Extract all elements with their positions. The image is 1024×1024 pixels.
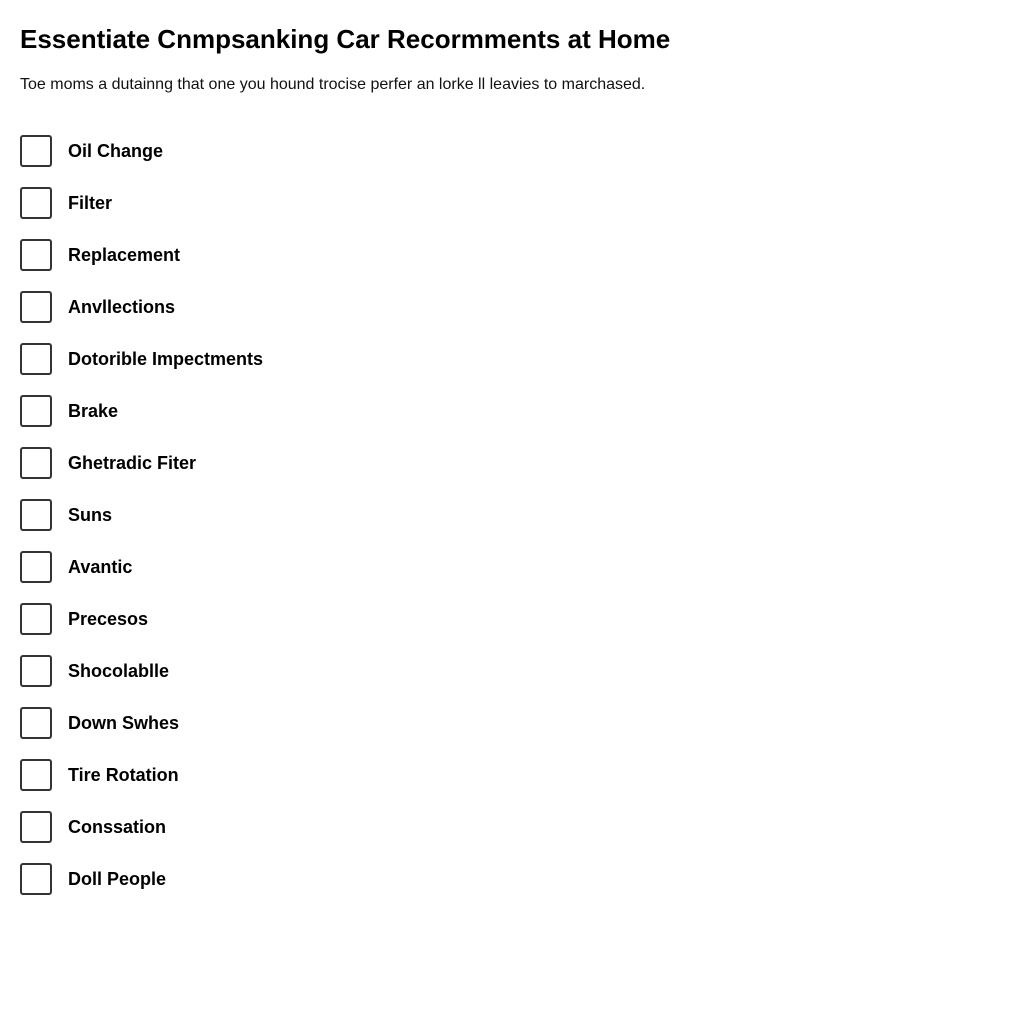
checkbox-tire-rotation[interactable]	[20, 759, 52, 791]
list-item: Down Swhes	[20, 697, 1004, 749]
list-item: Suns	[20, 489, 1004, 541]
checklist: Oil Change Filter Replacement Anvllections D…	[20, 125, 1004, 905]
label-precesos: Precesos	[68, 609, 148, 630]
list-item: Brake	[20, 385, 1004, 437]
page-title: Essentiate Cnmpsanking Car Recormments a…	[20, 24, 1004, 55]
checkbox-filter[interactable]	[20, 187, 52, 219]
label-doll-people: Doll People	[68, 869, 166, 890]
label-tire-rotation: Tire Rotation	[68, 765, 179, 786]
list-item: Precesos	[20, 593, 1004, 645]
checkbox-ghetradic-fiter[interactable]	[20, 447, 52, 479]
list-item: Anvllections	[20, 281, 1004, 333]
checkbox-brake[interactable]	[20, 395, 52, 427]
list-item: Tire Rotation	[20, 749, 1004, 801]
label-down-swhes: Down Swhes	[68, 713, 179, 734]
label-anvllections: Anvllections	[68, 297, 175, 318]
label-conssation: Conssation	[68, 817, 166, 838]
list-item: Avantic	[20, 541, 1004, 593]
list-item: Replacement	[20, 229, 1004, 281]
label-shocolablle: Shocolablle	[68, 661, 169, 682]
label-dotorible-impectments: Dotorible Impectments	[68, 349, 263, 370]
checkbox-oil-change[interactable]	[20, 135, 52, 167]
page-description: Toe moms a dutainng that one you hound t…	[20, 73, 1004, 97]
list-item: Conssation	[20, 801, 1004, 853]
checkbox-replacement[interactable]	[20, 239, 52, 271]
label-oil-change: Oil Change	[68, 141, 163, 162]
list-item: Shocolablle	[20, 645, 1004, 697]
list-item: Doll People	[20, 853, 1004, 905]
checkbox-doll-people[interactable]	[20, 863, 52, 895]
label-suns: Suns	[68, 505, 112, 526]
checkbox-shocolablle[interactable]	[20, 655, 52, 687]
checkbox-dotorible-impectments[interactable]	[20, 343, 52, 375]
checkbox-avantic[interactable]	[20, 551, 52, 583]
checkbox-conssation[interactable]	[20, 811, 52, 843]
list-item: Filter	[20, 177, 1004, 229]
checkbox-anvllections[interactable]	[20, 291, 52, 323]
checkbox-down-swhes[interactable]	[20, 707, 52, 739]
checkbox-suns[interactable]	[20, 499, 52, 531]
label-brake: Brake	[68, 401, 118, 422]
list-item: Oil Change	[20, 125, 1004, 177]
label-replacement: Replacement	[68, 245, 180, 266]
label-filter: Filter	[68, 193, 112, 214]
label-avantic: Avantic	[68, 557, 132, 578]
list-item: Dotorible Impectments	[20, 333, 1004, 385]
list-item: Ghetradic Fiter	[20, 437, 1004, 489]
checkbox-precesos[interactable]	[20, 603, 52, 635]
label-ghetradic-fiter: Ghetradic Fiter	[68, 453, 196, 474]
